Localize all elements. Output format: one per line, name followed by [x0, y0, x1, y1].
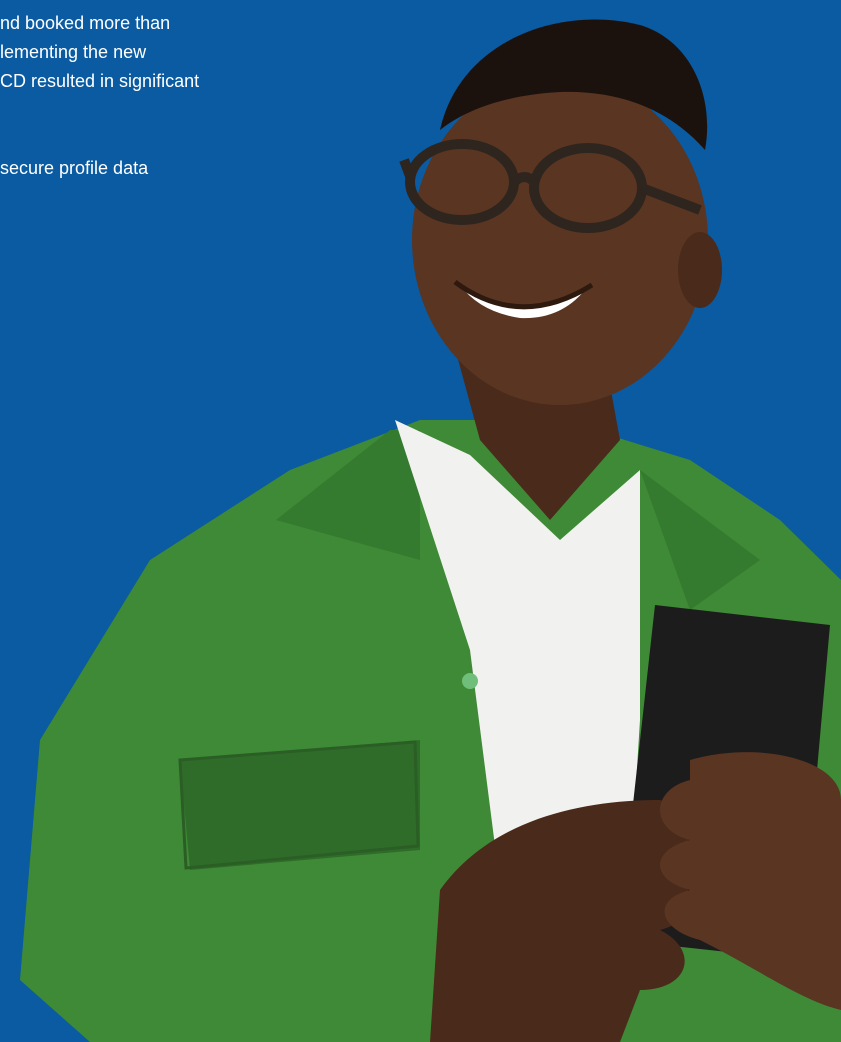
copy-line-3: CD resulted in significant: [0, 71, 200, 91]
promo-panel: nd booked more than lementing the new CD…: [0, 0, 841, 1042]
face: [412, 75, 708, 405]
jacket-button: [462, 673, 478, 689]
body-copy: nd booked more than lementing the new CD…: [0, 0, 300, 183]
copy-line-2: lementing the new: [0, 42, 147, 62]
copy-line-4: secure profile data: [0, 158, 149, 178]
copy-line-1: nd booked more than: [0, 13, 171, 33]
ear: [678, 232, 722, 308]
